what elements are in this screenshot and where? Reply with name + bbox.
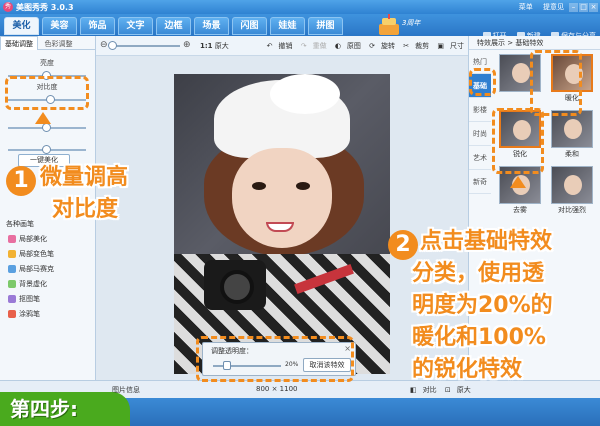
- category-art[interactable]: 艺术: [469, 146, 491, 170]
- title-links: 菜单 提意见: [511, 2, 564, 12]
- tool-local-mosaic[interactable]: 局部马赛克: [8, 262, 54, 277]
- edit-actions: ↶ 撤销 ↷ 重做 ◐ 原图 ⟳ 旋转 ✂ 裁剪 ▣ 尺寸: [261, 41, 464, 51]
- tool-background-blur[interactable]: 背景虚化: [8, 277, 54, 292]
- status-actions: ◧ 对比 ⊡ 原大: [404, 385, 471, 395]
- tab-flash[interactable]: 闪图: [232, 17, 267, 35]
- step2-text-line1: 点击基础特效: [420, 229, 553, 254]
- photo-preview[interactable]: [174, 74, 390, 374]
- compare-button[interactable]: ◧ 对比: [410, 386, 437, 394]
- tab-accessories[interactable]: 饰品: [80, 17, 115, 35]
- main-nav: 美化 美容 饰品 文字 边框 场景 闪图 娃娃 拼图 打开 新建 保存与分享: [0, 14, 600, 40]
- resize-button[interactable]: ▣ 尺寸: [437, 42, 464, 50]
- effect-soft[interactable]: 柔和: [549, 110, 595, 160]
- window-controls: – □ ×: [568, 2, 598, 12]
- image-size: 800 × 1100: [256, 385, 298, 393]
- step-badge: 第四步:: [0, 392, 130, 426]
- tab-beautify[interactable]: 美化: [4, 17, 39, 35]
- cake-icon: [376, 14, 402, 36]
- minimize-icon[interactable]: –: [569, 3, 578, 12]
- undo-button[interactable]: ↶ 撤销: [267, 42, 293, 50]
- cutout-icon: [8, 295, 16, 303]
- step2-text-line3: 明度为20%的: [412, 293, 553, 318]
- feedback-link[interactable]: 提意见: [543, 3, 564, 11]
- brush-tool-list: 局部美化 局部变色笔 局部马赛克 背景虚化 抠图笔 涂鸦笔: [8, 232, 54, 322]
- title-bar: 秀 美图秀秀 3.0.3 菜单 提意见 – □ ×: [0, 0, 600, 14]
- app-window: 秀 美图秀秀 3.0.3 菜单 提意见 – □ × 美化 美容 饰品 文字 边框 场…: [0, 0, 600, 426]
- tab-beauty[interactable]: 美容: [42, 17, 77, 35]
- anniversary-badge: 3周年: [402, 19, 421, 27]
- color-temp-knob[interactable]: [42, 123, 51, 132]
- step2-number: 2: [388, 230, 418, 260]
- effects-breadcrumb: 特效展示 > 基础特效: [469, 36, 600, 50]
- basic-category-highlight: [469, 68, 496, 96]
- close-icon[interactable]: ×: [589, 3, 598, 12]
- tool-cutout[interactable]: 抠图笔: [8, 292, 54, 307]
- arrow-up-icon: [510, 176, 526, 188]
- step1-number: 1: [6, 166, 36, 196]
- opacity-highlight: [196, 336, 354, 382]
- app-title: 美图秀秀 3.0.3: [16, 3, 74, 12]
- category-fashion[interactable]: 时尚: [469, 122, 491, 146]
- arrow-up-icon: [35, 112, 51, 124]
- pen-icon: [8, 310, 16, 318]
- tab-text[interactable]: 文字: [118, 17, 153, 35]
- saturation-knob[interactable]: [42, 145, 51, 154]
- tab-scene[interactable]: 场景: [194, 17, 229, 35]
- fullsize-button[interactable]: ⊡ 原大: [445, 386, 471, 394]
- original-size-button[interactable]: 1:1 原大: [200, 41, 229, 51]
- zoom-slider[interactable]: [110, 45, 180, 47]
- tool-local-beautify[interactable]: 局部美化: [8, 232, 54, 247]
- warm-effect-highlight: [530, 50, 582, 116]
- step2-text-line2: 分类，使用透: [412, 261, 545, 286]
- tool-local-recolor[interactable]: 局部变色笔: [8, 247, 54, 262]
- zoom-out-icon[interactable]: ⊖: [100, 40, 108, 50]
- effect-high-contrast[interactable]: 对比强烈: [549, 166, 595, 216]
- menu-link[interactable]: 菜单: [519, 3, 533, 11]
- color-brush-icon: [8, 250, 16, 258]
- step1-text-line1: 微量调高: [40, 165, 129, 190]
- step2-text-line4: 暖化和100%: [412, 325, 546, 350]
- effect-thumbnail: [551, 166, 593, 204]
- original-button[interactable]: ◐ 原图: [335, 42, 361, 50]
- step2-text-line5: 的锐化特效: [412, 357, 523, 382]
- zoom-in-icon[interactable]: ⊕: [183, 40, 191, 50]
- zoom-knob[interactable]: [108, 41, 117, 50]
- app-logo-icon: 秀: [3, 2, 13, 12]
- redo-button[interactable]: ↷ 重做: [301, 42, 327, 50]
- rotate-button[interactable]: ⟳ 旋转: [369, 42, 395, 50]
- brush-icon: [8, 235, 16, 243]
- tab-color-adjust[interactable]: 色彩调整: [41, 37, 77, 51]
- step1-text-line2: 对比度: [52, 197, 119, 222]
- canvas-toolbar: ⊖ ⊕ 1:1 原大 ↶ 撤销 ↷ 重做 ◐ 原图 ⟳ 旋转 ✂ 裁剪 ▣ 尺寸: [96, 36, 468, 56]
- contrast-highlight: [5, 76, 89, 110]
- blur-icon: [8, 280, 16, 288]
- crop-button[interactable]: ✂ 裁剪: [403, 42, 429, 50]
- tab-frame[interactable]: 边框: [156, 17, 191, 35]
- left-tabs: 基础调整 色彩调整: [0, 36, 95, 50]
- tab-collage[interactable]: 拼图: [308, 17, 343, 35]
- category-novel[interactable]: 新奇: [469, 170, 491, 194]
- category-studio[interactable]: 影楼: [469, 98, 491, 122]
- tab-doll[interactable]: 娃娃: [270, 17, 305, 35]
- brightness-label: 亮度: [40, 59, 54, 67]
- sharpen-effect-highlight: [492, 108, 544, 174]
- brushes-title: 各种画笔: [6, 220, 34, 228]
- mosaic-icon: [8, 265, 16, 273]
- maximize-icon[interactable]: □: [579, 3, 588, 12]
- tool-doodle[interactable]: 涂鸦笔: [8, 307, 54, 322]
- tab-basic-adjust[interactable]: 基础调整: [0, 36, 38, 50]
